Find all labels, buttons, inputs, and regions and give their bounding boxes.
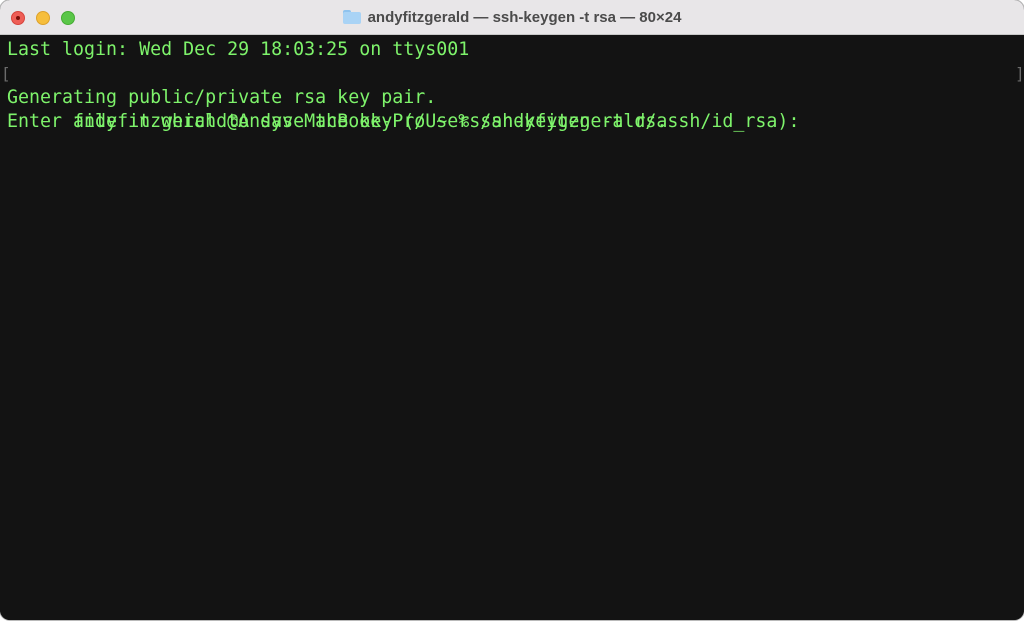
terminal-line: Last login: Wed Dec 29 18:03:25 on ttys0… xyxy=(7,39,470,60)
window-title: andyfitzgerald — ssh-keygen -t rsa — 80×… xyxy=(367,9,682,26)
line-mark-left: [ xyxy=(1,64,11,83)
terminal-prompt-line: [ andyfitzgerald@Andys-MacBook-Pro ~ % s… xyxy=(1,62,1024,132)
window-title-container: andyfitzgerald — ssh-keygen -t rsa — 80×… xyxy=(0,0,1024,35)
terminal-line: Enter file in which to save the key (/Us… xyxy=(7,111,800,132)
folder-icon xyxy=(342,9,361,24)
terminal-line: Generating public/private rsa key pair. xyxy=(7,87,437,108)
terminal-output[interactable]: Last login: Wed Dec 29 18:03:25 on ttys0… xyxy=(0,35,1024,620)
line-mark-right: ] xyxy=(1015,64,1024,83)
title-bar[interactable]: andyfitzgerald — ssh-keygen -t rsa — 80×… xyxy=(0,0,1024,35)
terminal-window: andyfitzgerald — ssh-keygen -t rsa — 80×… xyxy=(0,0,1024,620)
